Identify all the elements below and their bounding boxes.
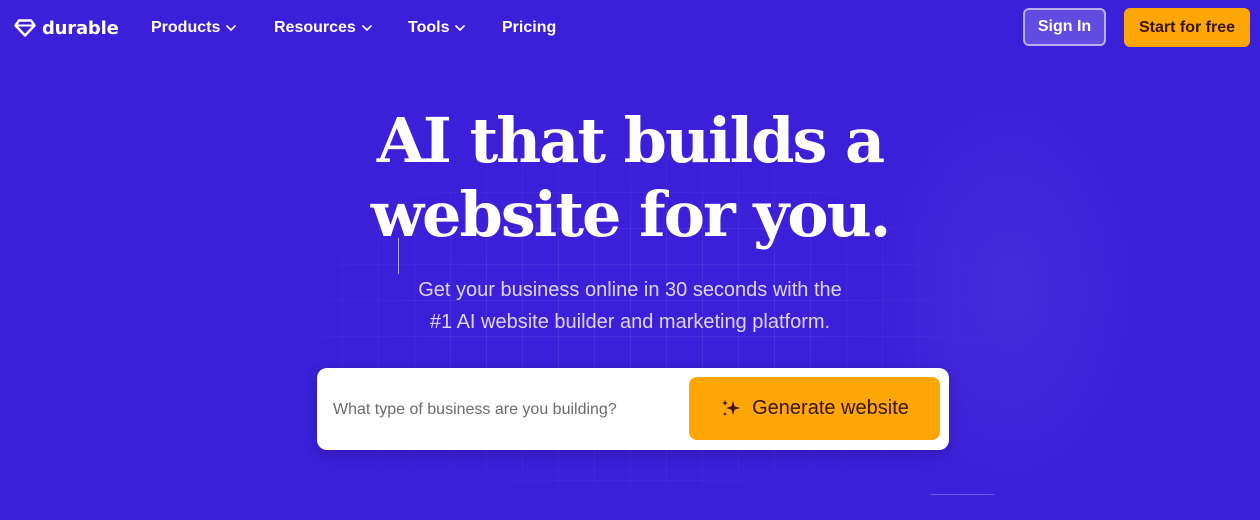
- sparkle-icon: [720, 398, 742, 420]
- hero-subheading-line-1: Get your business online in 30 seconds w…: [418, 279, 842, 301]
- hero-subheading-line-2: #1 AI website builder and marketing plat…: [429, 311, 831, 333]
- nav-item-resources[interactable]: Resources: [274, 17, 372, 39]
- business-type-input[interactable]: [331, 389, 685, 431]
- nav-item-label: Resources: [274, 19, 356, 36]
- hero-headline-line-2: website for you.: [370, 178, 892, 251]
- sign-in-button[interactable]: Sign In: [1023, 8, 1106, 46]
- chevron-down-icon: [455, 25, 466, 31]
- brand-name: durable: [42, 17, 119, 39]
- chevron-down-icon: [362, 25, 372, 31]
- hero-subheading: Get your business online in 30 seconds w…: [330, 274, 930, 338]
- chevron-down-icon: [226, 25, 237, 31]
- nav-item-products[interactable]: Products: [151, 17, 237, 39]
- business-search-card: Generate website: [317, 368, 949, 450]
- nav-item-pricing[interactable]: Pricing: [502, 17, 556, 39]
- hero-headline-line-1: AI that builds a: [376, 104, 885, 177]
- diamond-logo-icon: [14, 19, 36, 37]
- nav-item-tools[interactable]: Tools: [408, 17, 466, 39]
- generate-website-label: Generate website: [752, 397, 909, 419]
- nav-item-label: Pricing: [502, 19, 557, 36]
- text-cursor-decoration: [398, 238, 399, 274]
- brand-logo[interactable]: durable: [14, 16, 119, 40]
- top-navigation: durable Products Resources Tools Pricing…: [0, 0, 1260, 56]
- start-for-free-button[interactable]: Start for free: [1124, 8, 1250, 47]
- nav-item-label: Products: [151, 19, 221, 36]
- hero-headline: AI that builds a website for you.: [300, 104, 960, 252]
- generate-website-button[interactable]: Generate website: [689, 377, 940, 440]
- nav-item-label: Tools: [408, 19, 450, 36]
- decorative-line: [930, 494, 994, 495]
